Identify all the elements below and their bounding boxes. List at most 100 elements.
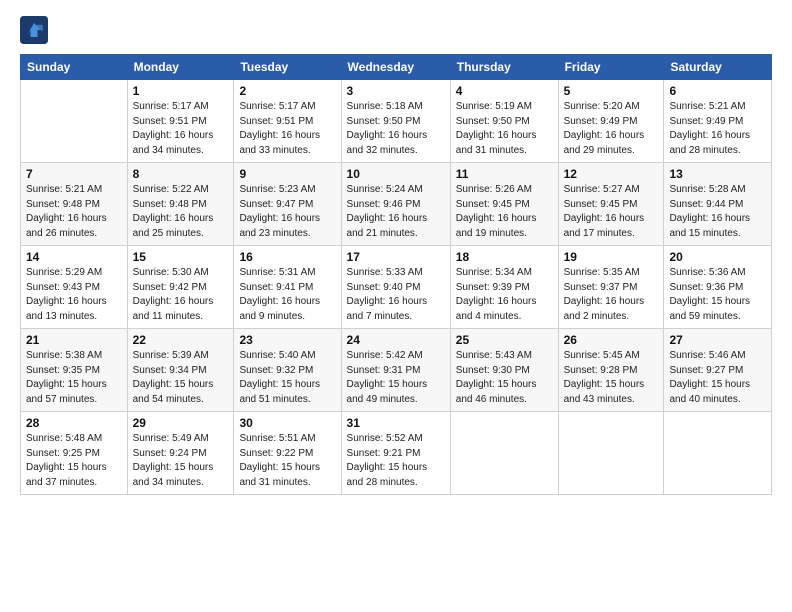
calendar-cell: 30Sunrise: 5:51 AM Sunset: 9:22 PM Dayli… [234, 412, 341, 495]
day-info: Sunrise: 5:21 AM Sunset: 9:49 PM Dayligh… [669, 100, 766, 158]
day-number: 25 [456, 333, 553, 347]
day-info: Sunrise: 5:27 AM Sunset: 9:45 PM Dayligh… [564, 183, 659, 241]
day-info: Sunrise: 5:39 AM Sunset: 9:34 PM Dayligh… [133, 349, 229, 407]
day-info: Sunrise: 5:28 AM Sunset: 9:44 PM Dayligh… [669, 183, 766, 241]
calendar-cell: 29 Sunrise: 5:49 AM Sunset: 9:24 PM Dayli… [127, 412, 234, 495]
calendar-cell: 18 Sunrise: 5:34 AM Sunset: 9:39 PM Dayli… [450, 246, 558, 329]
calendar-cell: 22 Sunrise: 5:39 AM Sunset: 9:34 PM Dayli… [127, 329, 234, 412]
calendar-cell: 1 Sunrise: 5:17 AM Sunset: 9:51 PM Daylig… [127, 80, 234, 163]
day-number: 1 [133, 84, 229, 98]
calendar-cell: 4 Sunrise: 5:19 AM Sunset: 9:50 PM Daylig… [450, 80, 558, 163]
day-number: 4 [456, 84, 553, 98]
calendar-header-wednesday: Wednesday [341, 55, 450, 80]
calendar-cell: 21 Sunrise: 5:38 AM Sunset: 9:35 PM Dayli… [21, 329, 128, 412]
calendar-header-monday: Monday [127, 55, 234, 80]
day-number: 5 [564, 84, 659, 98]
day-info: Sunrise: 5:45 AM Sunset: 9:28 PM Dayligh… [564, 349, 659, 407]
calendar-header-sunday: Sunday [21, 55, 128, 80]
calendar-cell: 25 Sunrise: 5:43 AM Sunset: 9:30 PM Dayli… [450, 329, 558, 412]
day-info: Sunrise: 5:34 AM Sunset: 9:39 PM Dayligh… [456, 266, 553, 324]
day-number: 3 [347, 84, 445, 98]
day-info: Sunrise: 5:22 AM Sunset: 9:48 PM Dayligh… [133, 183, 229, 241]
day-info: Sunrise: 5:33 AM Sunset: 9:40 PM Dayligh… [347, 266, 445, 324]
calendar-cell [558, 412, 664, 495]
calendar-week-4: 21 Sunrise: 5:38 AM Sunset: 9:35 PM Dayli… [21, 329, 772, 412]
calendar-week-5: 28 Sunrise: 5:48 AM Sunset: 9:25 PM Dayli… [21, 412, 772, 495]
day-info: Sunrise: 5:23 AM Sunset: 9:47 PM Dayligh… [239, 183, 335, 241]
day-info: Sunrise: 5:52 AM Sunset: 9:21 PM Dayligh… [347, 432, 445, 490]
day-info: Sunrise: 5:19 AM Sunset: 9:50 PM Dayligh… [456, 100, 553, 158]
calendar-cell: 19 Sunrise: 5:35 AM Sunset: 9:37 PM Dayli… [558, 246, 664, 329]
calendar-cell: 28 Sunrise: 5:48 AM Sunset: 9:25 PM Dayli… [21, 412, 128, 495]
day-number: 18 [456, 250, 553, 264]
day-number: 22 [133, 333, 229, 347]
day-number: 13 [669, 167, 766, 181]
calendar-cell: 9Sunrise: 5:23 AM Sunset: 9:47 PM Daylig… [234, 163, 341, 246]
calendar-cell: 24 Sunrise: 5:42 AM Sunset: 9:31 PM Dayli… [341, 329, 450, 412]
day-info: Sunrise: 5:24 AM Sunset: 9:46 PM Dayligh… [347, 183, 445, 241]
day-number: 11 [456, 167, 553, 181]
day-number: 7 [26, 167, 122, 181]
day-info: Sunrise: 5:17 AM Sunset: 9:51 PM Dayligh… [133, 100, 229, 158]
day-info: Sunrise: 5:38 AM Sunset: 9:35 PM Dayligh… [26, 349, 122, 407]
calendar-cell: 5 Sunrise: 5:20 AM Sunset: 9:49 PM Daylig… [558, 80, 664, 163]
calendar-week-1: 1 Sunrise: 5:17 AM Sunset: 9:51 PM Daylig… [21, 80, 772, 163]
day-info: Sunrise: 5:21 AM Sunset: 9:48 PM Dayligh… [26, 183, 122, 241]
calendar-table: SundayMondayTuesdayWednesdayThursdayFrid… [20, 54, 772, 495]
day-info: Sunrise: 5:31 AM Sunset: 9:41 PM Dayligh… [239, 266, 335, 324]
day-number: 16 [239, 250, 335, 264]
logo [20, 16, 52, 44]
page-header [20, 16, 772, 44]
day-number: 29 [133, 416, 229, 430]
day-info: Sunrise: 5:49 AM Sunset: 9:24 PM Dayligh… [133, 432, 229, 490]
calendar-cell: 16 Sunrise: 5:31 AM Sunset: 9:41 PM Dayli… [234, 246, 341, 329]
day-info: Sunrise: 5:20 AM Sunset: 9:49 PM Dayligh… [564, 100, 659, 158]
day-info: Sunrise: 5:17 AM Sunset: 9:51 PM Dayligh… [239, 100, 335, 158]
calendar-cell: 8 Sunrise: 5:22 AM Sunset: 9:48 PM Daylig… [127, 163, 234, 246]
calendar-header-tuesday: Tuesday [234, 55, 341, 80]
calendar-cell: 7 Sunrise: 5:21 AM Sunset: 9:48 PM Daylig… [21, 163, 128, 246]
day-info: Sunrise: 5:42 AM Sunset: 9:31 PM Dayligh… [347, 349, 445, 407]
calendar-cell: 15 Sunrise: 5:30 AM Sunset: 9:42 PM Dayli… [127, 246, 234, 329]
calendar-cell: 13 Sunrise: 5:28 AM Sunset: 9:44 PM Dayli… [664, 163, 772, 246]
day-number: 27 [669, 333, 766, 347]
day-number: 10 [347, 167, 445, 181]
day-info: Sunrise: 5:48 AM Sunset: 9:25 PM Dayligh… [26, 432, 122, 490]
day-info: Sunrise: 5:30 AM Sunset: 9:42 PM Dayligh… [133, 266, 229, 324]
day-number: 19 [564, 250, 659, 264]
calendar-cell: 2 Sunrise: 5:17 AM Sunset: 9:51 PM Daylig… [234, 80, 341, 163]
day-info: Sunrise: 5:43 AM Sunset: 9:30 PM Dayligh… [456, 349, 553, 407]
day-number: 8 [133, 167, 229, 181]
day-number: 21 [26, 333, 122, 347]
calendar-week-2: 7 Sunrise: 5:21 AM Sunset: 9:48 PM Daylig… [21, 163, 772, 246]
calendar-cell [450, 412, 558, 495]
day-info: Sunrise: 5:35 AM Sunset: 9:37 PM Dayligh… [564, 266, 659, 324]
day-number: 28 [26, 416, 122, 430]
day-info: Sunrise: 5:46 AM Sunset: 9:27 PM Dayligh… [669, 349, 766, 407]
day-number: 31 [347, 416, 445, 430]
day-info: Sunrise: 5:40 AM Sunset: 9:32 PM Dayligh… [239, 349, 335, 407]
calendar-cell: 20 Sunrise: 5:36 AM Sunset: 9:36 PM Dayli… [664, 246, 772, 329]
calendar-cell: 31 Sunrise: 5:52 AM Sunset: 9:21 PM Dayli… [341, 412, 450, 495]
calendar-cell: 26 Sunrise: 5:45 AM Sunset: 9:28 PM Dayli… [558, 329, 664, 412]
day-number: 15 [133, 250, 229, 264]
calendar-cell: 27 Sunrise: 5:46 AM Sunset: 9:27 PM Dayli… [664, 329, 772, 412]
calendar-week-3: 14 Sunrise: 5:29 AM Sunset: 9:43 PM Dayli… [21, 246, 772, 329]
day-number: 26 [564, 333, 659, 347]
day-number: 14 [26, 250, 122, 264]
day-info: Sunrise: 5:29 AM Sunset: 9:43 PM Dayligh… [26, 266, 122, 324]
calendar-cell: 10 Sunrise: 5:24 AM Sunset: 9:46 PM Dayli… [341, 163, 450, 246]
day-number: 24 [347, 333, 445, 347]
calendar-header-thursday: Thursday [450, 55, 558, 80]
calendar-cell: 14 Sunrise: 5:29 AM Sunset: 9:43 PM Dayli… [21, 246, 128, 329]
day-info: Sunrise: 5:36 AM Sunset: 9:36 PM Dayligh… [669, 266, 766, 324]
calendar-cell: 12Sunrise: 5:27 AM Sunset: 9:45 PM Dayli… [558, 163, 664, 246]
logo-icon [20, 16, 48, 44]
calendar-cell [21, 80, 128, 163]
calendar-header-friday: Friday [558, 55, 664, 80]
calendar-cell: 23Sunrise: 5:40 AM Sunset: 9:32 PM Dayli… [234, 329, 341, 412]
day-number: 2 [239, 84, 335, 98]
day-number: 20 [669, 250, 766, 264]
calendar-cell: 17Sunrise: 5:33 AM Sunset: 9:40 PM Dayli… [341, 246, 450, 329]
calendar-cell: 11Sunrise: 5:26 AM Sunset: 9:45 PM Dayli… [450, 163, 558, 246]
